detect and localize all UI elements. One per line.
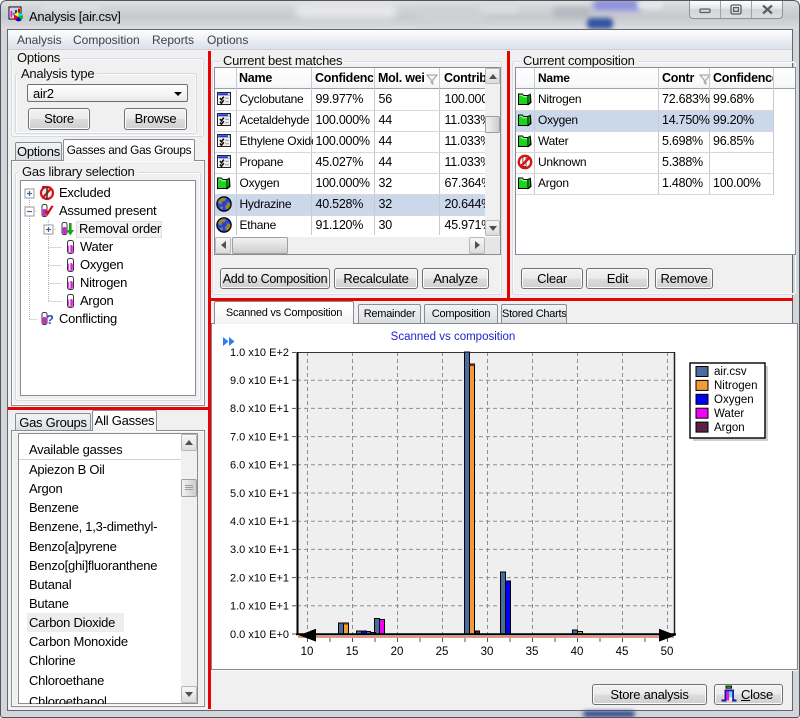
svg-text:9.0 x10 E+1: 9.0 x10 E+1 <box>230 375 289 387</box>
svg-text:2.0 x10 E+1: 2.0 x10 E+1 <box>230 572 289 584</box>
svg-text:4.0 x10 E+1: 4.0 x10 E+1 <box>230 516 289 528</box>
svg-text:air.csv: air.csv <box>714 366 747 378</box>
svg-text:8.0 x10 E+1: 8.0 x10 E+1 <box>230 403 289 415</box>
svg-text:1.0 x10 E+2: 1.0 x10 E+2 <box>230 347 289 359</box>
svg-text:Oxygen: Oxygen <box>714 394 754 406</box>
svg-text:Scanned vs composition: Scanned vs composition <box>391 331 516 343</box>
svg-text:10: 10 <box>301 646 314 658</box>
svg-text:6.0 x10 E+1: 6.0 x10 E+1 <box>230 460 289 472</box>
svg-text:45: 45 <box>616 646 629 658</box>
svg-text:7.0 x10 E+1: 7.0 x10 E+1 <box>230 431 289 443</box>
svg-text:30: 30 <box>481 646 494 658</box>
svg-text:1.0 x10 E+1: 1.0 x10 E+1 <box>230 601 289 613</box>
svg-text:Water: Water <box>714 408 744 420</box>
svg-text:3.0 x10 E+1: 3.0 x10 E+1 <box>230 544 289 556</box>
svg-text:40: 40 <box>571 646 584 658</box>
svg-text:5.0 x10 E+1: 5.0 x10 E+1 <box>230 488 289 500</box>
svg-text:?: ? <box>46 312 54 327</box>
svg-text:15: 15 <box>346 646 359 658</box>
svg-text:20: 20 <box>391 646 404 658</box>
svg-text:Argon: Argon <box>714 422 745 434</box>
svg-text:0.0 x10 E+0: 0.0 x10 E+0 <box>230 629 289 641</box>
svg-text:50: 50 <box>661 646 674 658</box>
svg-text:25: 25 <box>436 646 449 658</box>
svg-text:35: 35 <box>526 646 539 658</box>
svg-text:Nitrogen: Nitrogen <box>714 380 757 392</box>
